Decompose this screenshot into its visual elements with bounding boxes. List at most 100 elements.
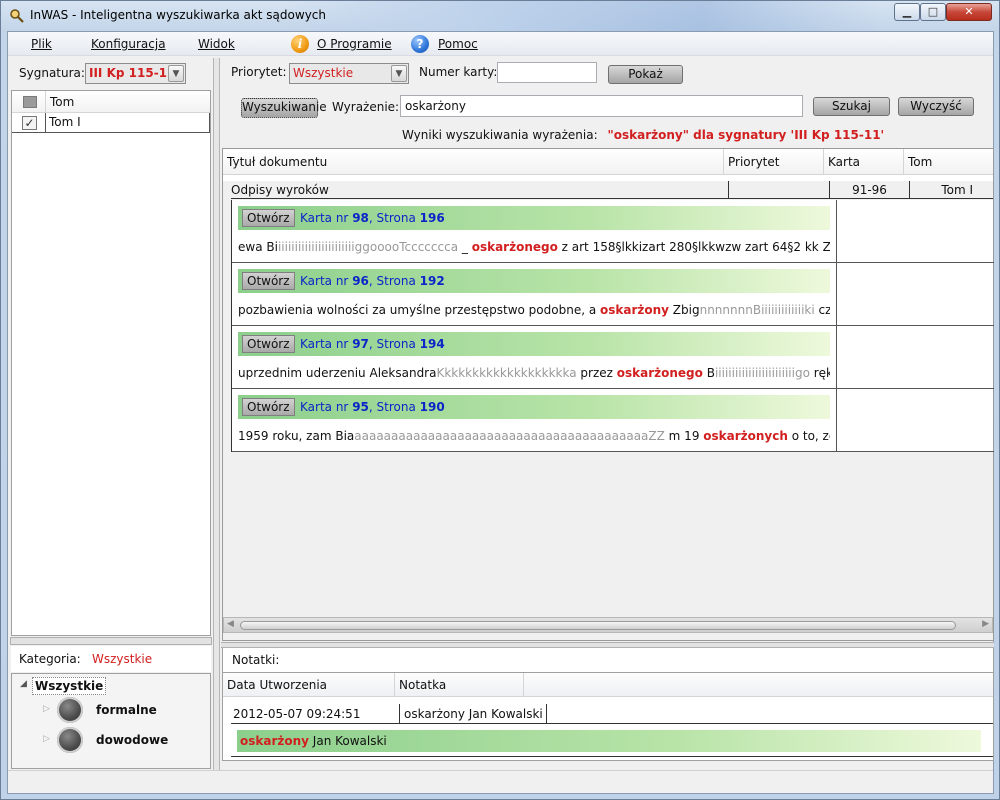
column-tytul[interactable]: Tytuł dokumentu <box>223 149 327 175</box>
title-bar[interactable]: InWAS - Inteligentna wyszukiwarka akt są… <box>1 1 1000 31</box>
result-item[interactable]: Otwórz Karta nr 95, Strona 190 1959 roku… <box>232 389 994 452</box>
tom-column-header[interactable]: Tom <box>45 91 74 113</box>
menu-pomoc[interactable]: Pomoc <box>438 37 478 51</box>
tree-expand-icon[interactable]: ▷ <box>43 704 50 714</box>
info-icon[interactable]: i <box>291 35 309 53</box>
note-date: 2012-05-07 09:24:51 <box>233 707 361 721</box>
tree-item-dowodowe[interactable]: dowodowe <box>96 733 168 747</box>
title-bar-glow <box>281 1 881 31</box>
client-area: Plik Konfiguracja Widok i O Programie ? … <box>7 31 994 794</box>
kategoria-label: Kategoria: <box>19 652 81 666</box>
scroll-thumb[interactable] <box>240 621 956 630</box>
left-splitter[interactable] <box>10 637 212 645</box>
result-snippet: pozbawienia wolności za umyślne przestęp… <box>238 303 830 317</box>
menu-o-programie[interactable]: O Programie <box>317 37 392 51</box>
help-icon[interactable]: ? <box>411 35 429 53</box>
tree-item-formalne[interactable]: formalne <box>96 703 157 717</box>
priorytet-value: Wszystkie <box>293 66 354 80</box>
wyczysc-button[interactable]: Wyczyść <box>898 97 974 116</box>
result-summary-value: "oskarżony" dla sygnatury 'III Kp 115-11… <box>607 128 885 142</box>
tom-list-header: Tom <box>12 91 210 113</box>
result-separator <box>836 263 837 326</box>
result-snippet: uprzednim uderzeniu AleksandraKkkkkkkkkk… <box>238 366 830 380</box>
menu-plik[interactable]: Plik <box>31 37 52 51</box>
gear-icon <box>57 727 83 753</box>
result-header-bar: Otwórz Karta nr 95, Strona 190 <box>238 395 830 419</box>
app-logo-icon <box>10 9 24 23</box>
column-notatka[interactable]: Notatka <box>394 673 446 697</box>
results-header: Tytuł dokumentu Priorytet Karta Tom <box>223 149 993 175</box>
maximize-button[interactable]: □ <box>920 3 946 21</box>
otworz-button[interactable]: Otwórz <box>242 272 295 290</box>
note-preview-bar: oskarżony Jan Kowalski <box>237 730 981 752</box>
wyszukiwanie-button[interactable]: Wyszukiwanie <box>241 98 327 118</box>
result-summary: Wyniki wyszukiwania wyrażenia: "oskarżon… <box>402 128 884 142</box>
chevron-down-icon[interactable]: ▼ <box>391 65 407 82</box>
sygnatura-label: Sygnatura: <box>19 66 85 80</box>
main-splitter[interactable] <box>213 58 220 770</box>
tree-expand-icon[interactable]: ▷ <box>43 734 50 744</box>
tom-row[interactable]: ✓ Tom I <box>12 113 210 133</box>
column-tom[interactable]: Tom <box>903 149 932 175</box>
notes-header: Data Utworzenia Notatka <box>223 673 993 697</box>
column-karta[interactable]: Karta <box>823 149 860 175</box>
priorytet-select[interactable]: Wszystkie ▼ <box>289 63 409 84</box>
note-text: oskarżony Jan Kowalski <box>399 704 547 724</box>
column-data-utworzenia[interactable]: Data Utworzenia <box>223 673 327 697</box>
close-button[interactable]: ✕ <box>946 3 992 21</box>
numer-karty-label: Numer karty: <box>419 65 498 79</box>
sygnatura-select[interactable]: III Kp 115-11 ▼ <box>85 63 186 84</box>
otworz-button[interactable]: Otwórz <box>242 209 295 227</box>
wyrazenie-label: Wyrażenie: <box>332 100 400 114</box>
result-item[interactable]: Otwórz Karta nr 98, Strona 196 ewa Biiii… <box>232 200 994 263</box>
gear-icon <box>57 697 83 723</box>
minimize-button[interactable]: ▁ <box>894 3 920 21</box>
group-row[interactable]: Odpisy wyroków 91-96 Tom I <box>231 181 993 199</box>
numer-karty-input[interactable] <box>497 62 597 83</box>
szukaj-button[interactable]: Szukaj <box>813 97 890 116</box>
note-preview: oskarżony Jan Kowalski <box>231 725 993 757</box>
column-priorytet[interactable]: Priorytet <box>723 149 779 175</box>
note-row[interactable]: 2012-05-07 09:24:51 oskarżony Jan Kowals… <box>231 704 993 724</box>
notes-label-row: Notatki: <box>222 648 994 672</box>
kategoria-value[interactable]: Wszystkie <box>92 652 152 666</box>
scroll-right-icon[interactable]: ▶ <box>982 619 989 629</box>
chevron-down-icon[interactable]: ▼ <box>168 65 184 82</box>
notes-table: Data Utworzenia Notatka 2012-05-07 09:24… <box>222 672 994 761</box>
result-header-bar: Otwórz Karta nr 97, Strona 194 <box>238 332 830 356</box>
results-table: Tytuł dokumentu Priorytet Karta Tom Odpi… <box>222 148 994 641</box>
result-karta: Karta nr 97, Strona 194 <box>300 337 445 351</box>
otworz-button[interactable]: Otwórz <box>242 335 295 353</box>
window-title: InWAS - Inteligentna wyszukiwarka akt są… <box>30 8 326 22</box>
minimize-icon: ▁ <box>902 5 912 18</box>
kategoria-tree: ◢ Wszystkie ▷ formalne ▷ dowodowe <box>11 673 211 769</box>
priorytet-label: Priorytet: <box>231 65 287 79</box>
result-item[interactable]: Otwórz Karta nr 97, Strona 194 uprzednim… <box>232 326 994 389</box>
group-karta: 91-96 <box>829 181 909 199</box>
result-item[interactable]: Otwórz Karta nr 96, Strona 192 pozbawien… <box>232 263 994 326</box>
menu-widok[interactable]: Widok <box>198 37 235 51</box>
result-karta: Karta nr 96, Strona 192 <box>300 274 445 288</box>
result-snippet: 1959 roku, zam Biaaaaaaaaaaaaaaaaaaaaaaa… <box>238 429 830 443</box>
pokaz-button[interactable]: Pokaż <box>608 65 683 84</box>
tree-root-wszystkie[interactable]: Wszystkie <box>32 677 107 695</box>
scroll-left-icon[interactable]: ◀ <box>227 619 234 629</box>
results-horizontal-scrollbar[interactable]: ◀ ▶ <box>223 617 993 633</box>
menu-konfiguracja[interactable]: Konfiguracja <box>91 37 166 51</box>
status-bar <box>8 770 993 793</box>
result-separator <box>836 326 837 389</box>
result-separator <box>836 200 837 263</box>
result-karta: Karta nr 98, Strona 196 <box>300 211 445 225</box>
select-all-checkbox[interactable] <box>23 96 37 108</box>
otworz-button[interactable]: Otwórz <box>242 398 295 416</box>
sygnatura-value: III Kp 115-11 <box>89 66 176 80</box>
close-icon: ✕ <box>964 5 974 18</box>
wyrazenie-input[interactable]: oskarżony <box>400 95 803 117</box>
column-extra[interactable] <box>523 673 528 697</box>
result-summary-prefix: Wyniki wyszukiwania wyrażenia: <box>402 128 598 142</box>
tree-collapse-icon[interactable]: ◢ <box>20 679 27 689</box>
result-snippet: ewa BiiiiiiiiiiiiiiiiiiiiiiiiggooooTcccc… <box>238 240 830 254</box>
tom-row-checkbox[interactable]: ✓ <box>22 116 37 130</box>
result-karta: Karta nr 95, Strona 190 <box>300 400 445 414</box>
group-tom: Tom I <box>909 181 993 199</box>
